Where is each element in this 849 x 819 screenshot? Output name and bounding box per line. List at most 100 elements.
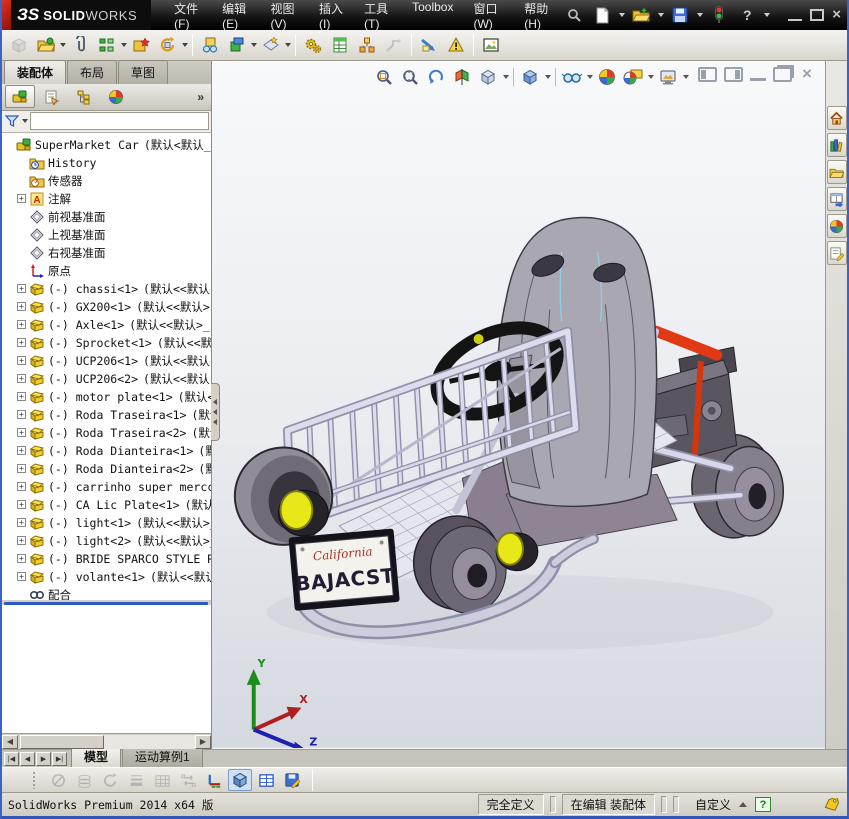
new-document-dropdown[interactable] <box>619 13 626 17</box>
equation-table-icon[interactable] <box>254 769 278 791</box>
filter-display-icon[interactable] <box>46 769 70 791</box>
apply-scene-icon[interactable] <box>621 66 645 88</box>
exploded-view-icon[interactable] <box>354 32 380 58</box>
show-hidden-components-icon[interactable] <box>197 32 223 58</box>
insert-component-icon[interactable] <box>6 32 32 58</box>
display-style-icon[interactable] <box>518 66 542 88</box>
hide-show-items-icon[interactable] <box>560 66 584 88</box>
toolbar-grip[interactable] <box>32 771 36 789</box>
expand-box[interactable]: + <box>17 554 26 564</box>
expand-box[interactable]: + <box>17 392 26 402</box>
display-manager-tab-icon[interactable] <box>101 85 131 108</box>
expand-box[interactable]: + <box>17 302 26 312</box>
expand-box[interactable]: + <box>17 194 26 204</box>
tree-row[interactable]: + (-) Roda Traseira<2> (默认 <box>4 424 211 442</box>
grid-snap-icon[interactable] <box>150 769 174 791</box>
bill-of-materials-icon[interactable] <box>327 32 353 58</box>
maximize-button[interactable] <box>810 9 825 21</box>
section-view-icon[interactable] <box>450 66 474 88</box>
reference-geometry-icon[interactable] <box>258 32 284 58</box>
doc-close-icon[interactable]: × <box>799 65 815 82</box>
tree-row[interactable]: + 前视基准面 <box>4 208 211 226</box>
swap-views-icon[interactable] <box>176 769 200 791</box>
tree-row[interactable]: + (-) carrinho super mercca <box>4 478 211 496</box>
tree-row[interactable]: + 右视基准面 <box>4 244 211 262</box>
mate-icon[interactable] <box>67 32 93 58</box>
open-document-button[interactable] <box>629 4 653 26</box>
expand-box[interactable]: + <box>17 410 26 420</box>
tree-row[interactable]: + (-) light<2> (默认<<默认>_ <box>4 532 211 550</box>
new-document-button[interactable] <box>590 4 614 26</box>
tree-row[interactable]: + (-) Roda Dianteira<2> (默 <box>4 460 211 478</box>
explode-line-sketch-icon[interactable] <box>381 32 407 58</box>
scroll-thumb[interactable] <box>20 734 104 749</box>
tab-last-button[interactable]: ▶| <box>52 752 67 766</box>
file-explorer-icon[interactable] <box>826 160 847 184</box>
tab-prev-button[interactable]: ◀ <box>20 752 35 766</box>
custom-status-label[interactable]: 自定义 <box>695 796 731 813</box>
custom-properties-icon[interactable] <box>826 241 847 265</box>
tag-icon[interactable] <box>823 797 841 812</box>
expand-box[interactable]: + <box>17 500 26 510</box>
doc-minimize-icon[interactable] <box>750 69 766 81</box>
tree-row[interactable]: + (-) UCP206<2> (默认<<默认 <box>4 370 211 388</box>
expand-box[interactable]: + <box>17 374 26 384</box>
interference-detection-icon[interactable] <box>416 32 442 58</box>
panel-splitter-handle[interactable] <box>211 383 220 441</box>
command-tab[interactable]: 草图 <box>118 60 169 84</box>
expand-box[interactable]: + <box>17 518 26 528</box>
assembly-features-icon[interactable] <box>224 32 250 58</box>
tree-row[interactable]: + 配合 <box>4 586 211 600</box>
tree-row[interactable]: + 上视基准面 <box>4 226 211 244</box>
expand-box[interactable]: + <box>17 320 26 330</box>
traffic-light-icon[interactable] <box>707 4 731 26</box>
component-pattern-icon[interactable] <box>94 32 120 58</box>
graphics-viewport[interactable]: California BAJACST Y X Z × <box>212 61 825 749</box>
help-dropdown[interactable] <box>764 13 771 17</box>
shaded-with-edges-icon[interactable] <box>228 769 252 791</box>
motion-study-icon[interactable] <box>300 32 326 58</box>
assembly-features-dropdown[interactable] <box>251 43 257 47</box>
close-button[interactable]: × <box>832 7 841 22</box>
open-document-dropdown[interactable] <box>658 13 665 17</box>
tree-row[interactable]: + (-) BRIDE SPARCO STYLE RA <box>4 550 211 568</box>
document-tab[interactable]: 模型 <box>71 746 122 767</box>
expand-box[interactable]: + <box>17 572 26 582</box>
tree-row[interactable]: + (-) Roda Traseira<1> (默认 <box>4 406 211 424</box>
minimize-button[interactable] <box>788 9 803 21</box>
design-library-icon[interactable] <box>826 133 847 157</box>
help-button[interactable]: ? <box>735 4 759 26</box>
command-tab[interactable]: 布局 <box>67 60 118 84</box>
tree-filter-input[interactable] <box>30 112 209 131</box>
move-component-icon[interactable] <box>155 32 181 58</box>
expand-box[interactable]: + <box>17 338 26 348</box>
line-weights-icon[interactable] <box>124 769 148 791</box>
quick-tips-button[interactable]: ? <box>755 797 771 812</box>
save-dropdown[interactable] <box>697 13 704 17</box>
collapse-pane-right-icon[interactable] <box>724 67 743 82</box>
tree-row[interactable]: + 传感器 <box>4 172 211 190</box>
tab-next-button[interactable]: ▶ <box>36 752 51 766</box>
collapse-pane-left-icon[interactable] <box>698 67 717 82</box>
tree-row[interactable]: + (-) Roda Dianteira<1> (默 <box>4 442 211 460</box>
scroll-track[interactable] <box>104 734 195 749</box>
display-style-dropdown[interactable] <box>545 75 551 79</box>
save-marked-views-icon[interactable] <box>280 769 304 791</box>
expand-box[interactable]: + <box>17 446 26 456</box>
status-expand-icon[interactable] <box>739 802 747 807</box>
tree-row[interactable]: + (-) Sprocket<1> (默认<<默 <box>4 334 211 352</box>
configuration-manager-tab-icon[interactable] <box>69 85 99 108</box>
take-snapshot-icon[interactable] <box>478 32 504 58</box>
tree-row[interactable]: + (-) motor plate<1> (默认< <box>4 388 211 406</box>
view-settings-dropdown[interactable] <box>683 75 689 79</box>
previous-view-icon[interactable] <box>424 66 448 88</box>
assembly-xpert-icon[interactable] <box>443 32 469 58</box>
solidworks-resources-icon[interactable] <box>826 106 847 130</box>
expand-box[interactable]: + <box>17 482 26 492</box>
zoom-to-fit-icon[interactable] <box>372 66 396 88</box>
tree-row[interactable]: + (-) light<1> (默认<<默认>_ <box>4 514 211 532</box>
feature-manager-tab-icon[interactable] <box>5 85 35 109</box>
tab-first-button[interactable]: |◀ <box>4 752 19 766</box>
scroll-right-arrow[interactable]: ▶ <box>195 734 211 749</box>
view-palette-icon[interactable] <box>826 187 847 211</box>
